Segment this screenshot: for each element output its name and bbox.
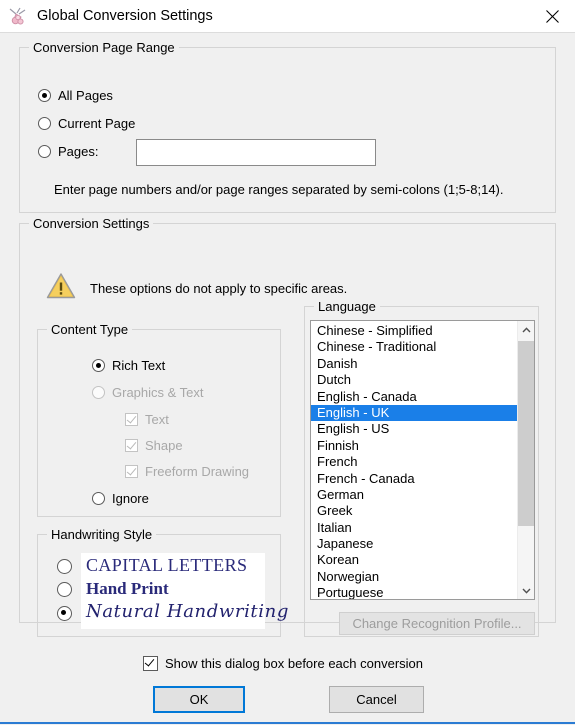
dialog-body: Conversion Page Range All Pages Current … <box>0 33 575 724</box>
radio-pages[interactable]: Pages: <box>38 144 98 159</box>
checkbox-freeform-drawing-label: Freeform Drawing <box>145 464 250 479</box>
checkbox-text-label: Text <box>145 412 169 427</box>
radio-hand-print-indicator <box>57 582 72 597</box>
radio-current-page-indicator <box>38 117 51 130</box>
radio-pages-indicator <box>38 145 51 158</box>
language-list-item[interactable]: Dutch <box>311 372 517 388</box>
conversion-page-range-legend: Conversion Page Range <box>29 40 179 55</box>
ok-button[interactable]: OK <box>153 686 245 713</box>
language-list-item[interactable]: Japanese <box>311 536 517 552</box>
language-legend: Language <box>314 299 380 314</box>
checkbox-freeform-drawing[interactable]: Freeform Drawing <box>125 464 249 479</box>
language-list-items: Chinese - Simplified Chinese - Traditiona… <box>311 321 517 599</box>
language-list-item[interactable]: Finnish <box>311 438 517 454</box>
language-list-item[interactable]: Danish <box>311 356 517 372</box>
window-title: Global Conversion Settings <box>37 8 213 24</box>
language-list-item[interactable]: French <box>311 454 517 470</box>
language-scrollbar[interactable] <box>517 321 534 599</box>
conversion-settings-group: Conversion Settings These options do not… <box>19 216 556 637</box>
checkbox-freeform-drawing-indicator <box>125 465 138 478</box>
radio-ignore-indicator <box>92 492 105 505</box>
handwriting-style-group: Handwriting Style CAPITAL LETTERS Hand P… <box>37 527 288 637</box>
change-recognition-profile-button[interactable]: Change Recognition Profile... <box>339 612 535 635</box>
chevron-up-icon[interactable] <box>518 321 534 338</box>
checkbox-shape[interactable]: Shape <box>125 438 183 453</box>
close-icon[interactable] <box>529 0 575 32</box>
handwriting-sample-panel: CAPITAL LETTERS Hand Print Natural Handw… <box>81 553 288 629</box>
checkbox-text-indicator <box>125 413 138 426</box>
language-list-item[interactable]: Korean <box>311 552 517 568</box>
language-group: Language Chinese - Simplified Chinese - T… <box>304 299 539 637</box>
checkbox-show-dialog-label: Show this dialog box before each convers… <box>165 656 423 671</box>
chevron-down-icon[interactable] <box>518 582 534 599</box>
language-list-item[interactable]: English - UK <box>311 404 517 422</box>
radio-graphics-and-text-label: Graphics & Text <box>112 385 204 400</box>
conversion-settings-warning-text: These options do not apply to specific a… <box>90 281 348 296</box>
cancel-button-label: Cancel <box>356 692 397 707</box>
language-scrollbar-thumb[interactable] <box>518 341 534 526</box>
handwriting-sample-hand-print: Hand Print <box>86 579 169 598</box>
radio-hand-print[interactable] <box>57 582 72 597</box>
language-list-item[interactable]: French - Canada <box>311 471 517 487</box>
handwriting-style-legend: Handwriting Style <box>47 527 157 542</box>
cancel-button[interactable]: Cancel <box>329 686 424 713</box>
page-range-hint: Enter page numbers and/or page ranges se… <box>54 182 504 197</box>
checkbox-text[interactable]: Text <box>125 412 169 427</box>
title-bar: Global Conversion Settings <box>0 0 575 33</box>
radio-ignore[interactable]: Ignore <box>92 491 149 506</box>
radio-ignore-label: Ignore <box>112 491 149 506</box>
language-list-item[interactable]: English - US <box>311 421 517 437</box>
pen-flower-icon <box>7 5 29 27</box>
radio-rich-text-indicator <box>92 359 105 372</box>
language-list-item[interactable]: Italian <box>311 520 517 536</box>
handwriting-sample-natural-handwriting: Natural Handwriting <box>86 601 289 622</box>
content-type-group: Content Type Rich Text Graphics & Text T… <box>37 322 281 517</box>
checkbox-show-dialog-indicator <box>143 656 158 671</box>
radio-rich-text-label: Rich Text <box>112 358 166 373</box>
radio-graphics-and-text-indicator <box>92 386 105 399</box>
radio-capital-letters[interactable] <box>57 559 72 574</box>
checkbox-shape-indicator <box>125 439 138 452</box>
language-list-item[interactable]: Chinese - Traditional <box>311 339 517 355</box>
pages-input[interactable] <box>136 139 376 166</box>
language-listbox[interactable]: Chinese - Simplified Chinese - Traditiona… <box>310 320 535 600</box>
radio-all-pages-indicator <box>38 89 51 102</box>
language-list-item[interactable]: Chinese - Simplified <box>311 323 517 339</box>
handwriting-sample-capital-letters: CAPITAL LETTERS <box>86 555 248 575</box>
radio-all-pages-label: All Pages <box>58 88 113 103</box>
language-list-item[interactable]: Norwegian <box>311 569 517 585</box>
warning-triangle-icon <box>46 272 76 299</box>
radio-graphics-and-text[interactable]: Graphics & Text <box>92 385 204 400</box>
radio-all-pages[interactable]: All Pages <box>38 88 113 103</box>
language-list-item[interactable]: English - Canada <box>311 389 517 405</box>
language-list-item[interactable]: Portuguese <box>311 585 517 599</box>
radio-current-page[interactable]: Current Page <box>38 116 135 131</box>
dialog-bottom-accent <box>0 722 575 724</box>
radio-current-page-label: Current Page <box>58 116 136 131</box>
checkbox-shape-label: Shape <box>145 438 183 453</box>
radio-capital-letters-indicator <box>57 559 72 574</box>
conversion-page-range-group: Conversion Page Range All Pages Current … <box>19 40 556 213</box>
change-recognition-profile-label: Change Recognition Profile... <box>352 616 522 631</box>
radio-natural-handwriting-indicator <box>57 606 72 621</box>
radio-rich-text[interactable]: Rich Text <box>92 358 165 373</box>
content-type-legend: Content Type <box>47 322 133 337</box>
ok-button-label: OK <box>189 692 209 707</box>
language-list-item[interactable]: Greek <box>311 503 517 519</box>
language-list-item[interactable]: German <box>311 487 517 503</box>
radio-pages-label: Pages: <box>58 144 99 159</box>
checkbox-show-dialog[interactable]: Show this dialog box before each convers… <box>143 656 423 671</box>
radio-natural-handwriting[interactable] <box>57 606 72 621</box>
conversion-settings-legend: Conversion Settings <box>29 216 154 231</box>
